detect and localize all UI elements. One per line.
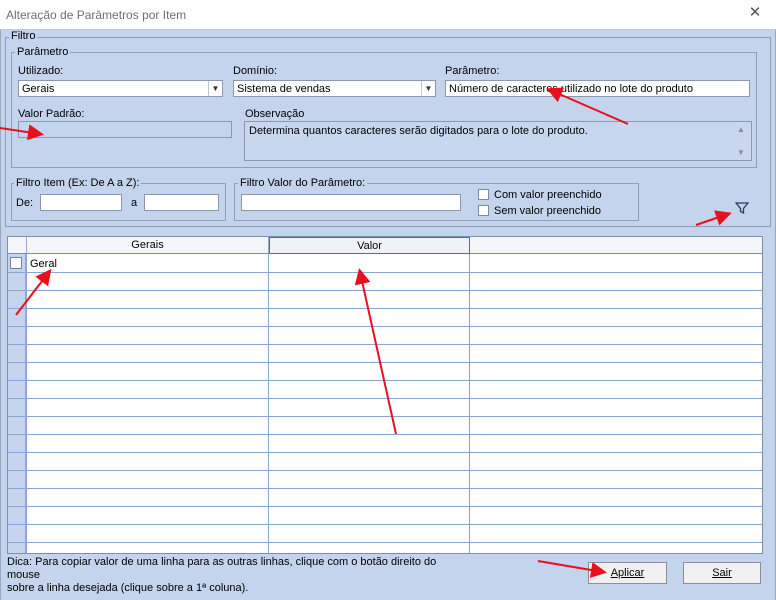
column-header-empty — [470, 237, 762, 254]
aplicar-button[interactable]: Aplicar — [588, 562, 667, 584]
grid-row-line — [8, 344, 762, 345]
parametro-input[interactable]: Número de caracteres utilizado no lote d… — [445, 80, 750, 97]
grid-row-line — [8, 308, 762, 309]
parametro-label: Parâmetro: — [445, 65, 500, 77]
parametro-value: Número de caracteres utilizado no lote d… — [449, 83, 693, 95]
grid-row-line — [8, 470, 762, 471]
chevron-down-icon[interactable]: ▼ — [421, 81, 435, 96]
grid-row-line — [8, 452, 762, 453]
row-indicator-current[interactable] — [10, 257, 22, 269]
grid-row-line — [8, 326, 762, 327]
valor-padrao-label: Valor Padrão: — [18, 108, 85, 120]
column-header-valor[interactable]: Valor — [269, 237, 470, 254]
utilizado-label: Utilizado: — [18, 65, 64, 77]
grid-row-line — [8, 434, 762, 435]
com-valor-checkbox[interactable] — [478, 189, 489, 200]
sem-valor-label: Sem valor preenchido — [494, 205, 602, 217]
grid-row-line — [8, 362, 762, 363]
title-bar: Alteração de Parâmetros por Item ✕ — [0, 0, 776, 30]
grid-row-line — [8, 506, 762, 507]
filtro-valor-legend: Filtro Valor do Parâmetro: — [238, 177, 368, 189]
utilizado-value: Gerais — [22, 83, 55, 95]
grid-row-line — [8, 416, 762, 417]
grid-row-line — [8, 488, 762, 489]
valor-padrao-field[interactable] — [18, 121, 232, 138]
column-header-gerais[interactable]: Gerais — [27, 237, 269, 254]
sem-valor-checkbox[interactable] — [478, 205, 489, 216]
observacao-scrollbar[interactable]: ▲ ▼ — [733, 122, 751, 160]
row-indicator-column[interactable] — [8, 254, 26, 553]
de-input[interactable] — [40, 194, 122, 211]
grid-corner-header — [8, 237, 27, 254]
grid-row-line — [8, 524, 762, 525]
table-row[interactable]: Geral — [30, 258, 57, 270]
scroll-up-icon[interactable]: ▲ — [737, 125, 745, 134]
com-valor-label: Com valor preenchido — [494, 189, 602, 201]
parameter-grid[interactable]: Gerais Valor Geral — [7, 236, 763, 554]
window-title: Alteração de Parâmetros por Item — [6, 8, 187, 22]
observacao-textarea[interactable]: Determina quantos caracteres serão digit… — [244, 121, 752, 161]
dominio-label: Domínio: — [233, 65, 278, 77]
a-input[interactable] — [144, 194, 219, 211]
dialog-body: Filtro Parâmetro Utilizado: Gerais ▼ Dom… — [0, 30, 776, 600]
chevron-down-icon[interactable]: ▼ — [208, 81, 222, 96]
hint-text: Dica: Para copiar valor de uma linha par… — [7, 556, 437, 594]
grid-row-line — [8, 272, 762, 273]
parametro-legend: Parâmetro — [15, 46, 71, 58]
dominio-value: Sistema de vendas — [237, 83, 331, 95]
grid-row-line — [8, 380, 762, 381]
observacao-label: Observação — [245, 108, 305, 120]
filtro-legend: Filtro — [9, 30, 38, 42]
scroll-down-icon[interactable]: ▼ — [737, 148, 745, 157]
filtro-valor-input[interactable] — [241, 194, 461, 211]
row-item-cell: Geral — [30, 258, 57, 270]
grid-row-line — [8, 290, 762, 291]
de-label: De: — [16, 197, 34, 209]
a-label: a — [131, 197, 138, 209]
grid-row-line — [8, 542, 762, 543]
filter-icon[interactable] — [734, 201, 750, 215]
utilizado-select[interactable]: Gerais ▼ — [18, 80, 223, 97]
filtro-item-legend: Filtro Item (Ex: De A a Z): — [14, 177, 142, 189]
observacao-text: Determina quantos caracteres serão digit… — [249, 125, 588, 137]
sair-button[interactable]: Sair — [683, 562, 761, 584]
dominio-select[interactable]: Sistema de vendas ▼ — [233, 80, 436, 97]
close-icon[interactable]: ✕ — [746, 4, 764, 22]
grid-row-line — [8, 398, 762, 399]
